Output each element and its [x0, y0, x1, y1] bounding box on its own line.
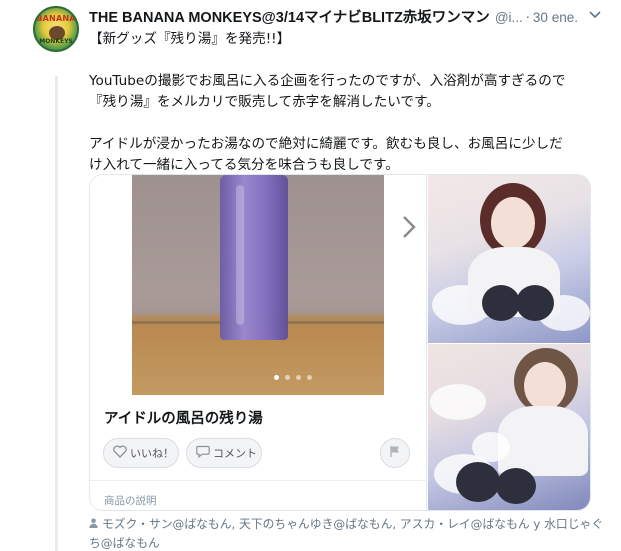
- bath-photo-top[interactable]: [428, 175, 590, 343]
- product-listing-screenshot[interactable]: アイドルの風呂の残り湯 いいね！ コメント 商品の説明: [90, 175, 427, 510]
- face: [524, 362, 566, 410]
- knee: [456, 462, 500, 502]
- person-icon: [89, 516, 98, 534]
- comment-label: コメント: [213, 447, 257, 460]
- tweet-text-line: 『残り湯』をメルカリで販売して赤字を解消したいです。: [89, 94, 440, 110]
- tweet-header: THE BANANA MONKEYS@3/14マイナビBLITZ赤坂ワンマン @…: [89, 6, 609, 26]
- heart-icon: [113, 444, 127, 462]
- media-card[interactable]: アイドルの風呂の残り湯 いいね！ コメント 商品の説明: [89, 174, 591, 511]
- carousel-dot: [285, 375, 290, 380]
- speech-bubble-icon: [196, 445, 210, 462]
- like-label: いいね！: [130, 447, 174, 460]
- header-separator: ·: [525, 11, 530, 26]
- bottle-image: [220, 175, 288, 340]
- avatar-logo-text-top: BANANA: [36, 14, 76, 23]
- knee: [516, 285, 554, 321]
- carousel-dots: [274, 375, 312, 380]
- carousel-dot: [307, 375, 312, 380]
- carousel-dot: [296, 375, 301, 380]
- card-divider: [90, 480, 427, 481]
- thread-line: [55, 76, 58, 551]
- knee: [482, 285, 520, 321]
- description-label: 商品の説明: [104, 495, 157, 507]
- bottle-shine: [236, 185, 244, 325]
- tagged-people-text[interactable]: モズク・サン@ばなもん, 天下のちゃんゆき@ばなもん, アスカ・レイ@ばなもん …: [89, 517, 603, 550]
- tweet-text: 【新グッズ『残り湯』を発売!!】 YouTubeの撮影でお風呂に入る企画を行った…: [89, 29, 604, 176]
- bath-photo-bottom[interactable]: [428, 344, 590, 510]
- avatar[interactable]: BANANA MONKEYS: [33, 6, 79, 52]
- product-title: アイドルの風呂の残り湯: [104, 411, 263, 427]
- like-button[interactable]: いいね！: [103, 438, 179, 468]
- user-handle[interactable]: @i...: [495, 10, 523, 25]
- tweet-text-line: アイドルが浸かったお湯なので絶対に綺麗です。飲むも良し、お風呂に少しだ: [89, 136, 563, 152]
- product-photo: [132, 175, 384, 395]
- flag-button[interactable]: [380, 438, 410, 468]
- tweet-timestamp[interactable]: 30 ene.: [533, 10, 578, 25]
- chevron-down-icon[interactable]: [589, 8, 601, 22]
- flag-icon: [389, 445, 401, 461]
- carousel-dot: [274, 375, 279, 380]
- tweet-text-line: 【新グッズ『残り湯』を発売!!】: [89, 31, 291, 47]
- foam-handful: [472, 432, 510, 462]
- tweet-text-line: YouTubeの撮影でお風呂に入る企画を行ったのですが、入浴剤が高すぎるので: [89, 73, 566, 89]
- display-name[interactable]: THE BANANA MONKEYS@3/14マイナビBLITZ赤坂ワンマン: [89, 6, 490, 27]
- chevron-right-icon[interactable]: [402, 215, 416, 246]
- foam: [430, 384, 486, 420]
- shirt: [498, 406, 588, 476]
- tweet-text-line: け入れて一緒に入ってる気分を味合うも良しです。: [89, 157, 399, 173]
- comment-button[interactable]: コメント: [186, 438, 262, 468]
- face: [491, 197, 535, 249]
- avatar-logo-text-bottom: MONKEYS: [39, 38, 73, 45]
- tagged-people[interactable]: モズク・サン@ばなもん, 天下のちゃんゆき@ばなもん, アスカ・レイ@ばなもん …: [89, 515, 609, 551]
- knee: [496, 468, 536, 504]
